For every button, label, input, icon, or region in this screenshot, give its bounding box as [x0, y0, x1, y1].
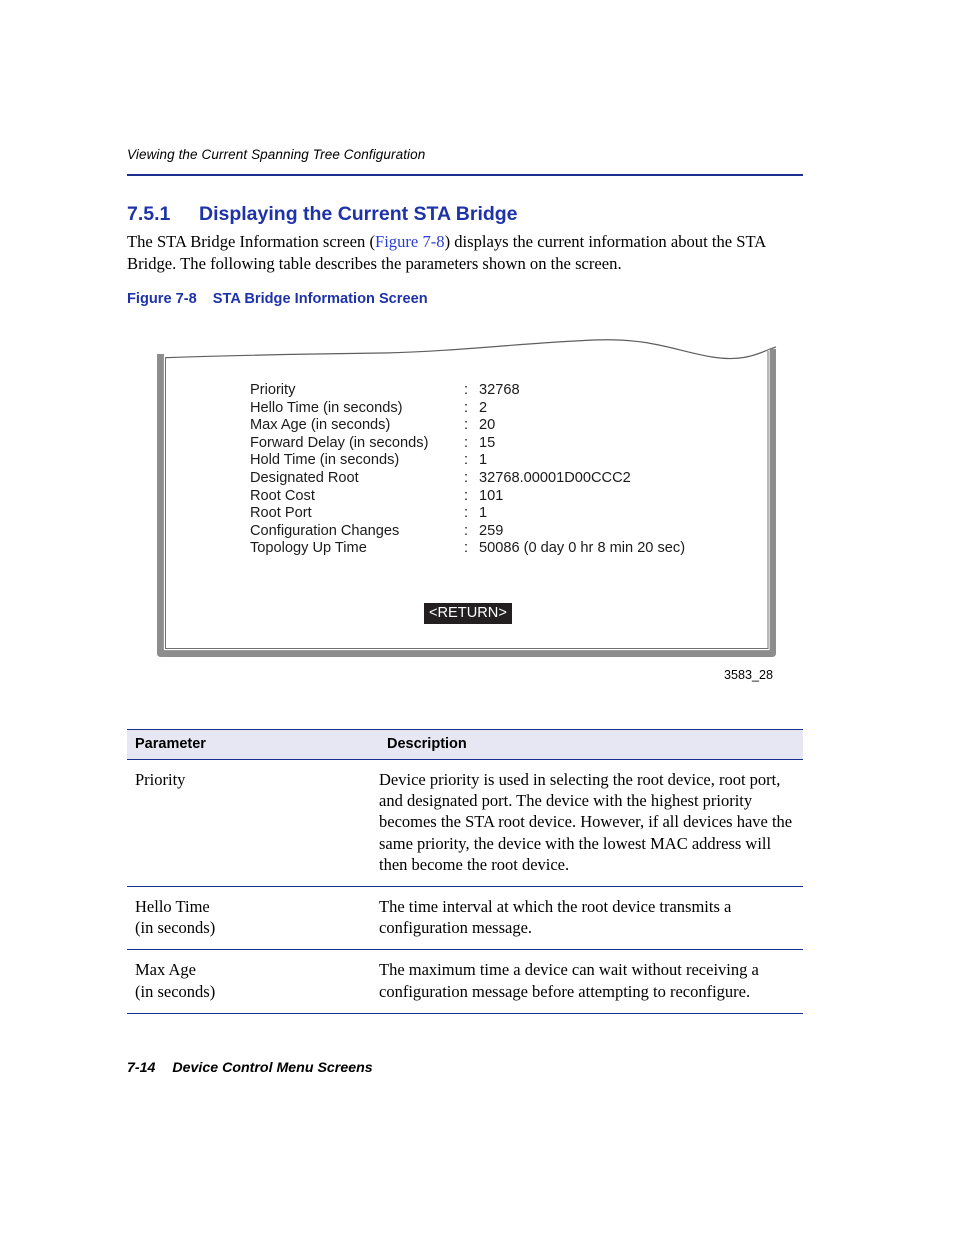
column-header-parameter: Parameter [127, 729, 379, 760]
list-item: Hold Time (in seconds):1 [250, 452, 685, 470]
field-value: 20 [479, 417, 496, 434]
section-title: Displaying the Current STA Bridge [199, 203, 518, 225]
field-label: Root Port [250, 505, 312, 522]
document-page: Viewing the Current Spanning Tree Config… [0, 0, 954, 1235]
field-label: Designated Root [250, 469, 359, 486]
parameter-name: Max Age [135, 960, 196, 980]
body-paragraph: The STA Bridge Information screen (Figur… [127, 231, 799, 274]
field-separator: : [464, 434, 469, 451]
section-number: 7.5.1 [127, 203, 171, 225]
field-label: Hello Time (in seconds) [250, 399, 403, 416]
field-value: 1 [479, 505, 488, 522]
list-item: Configuration Changes:259 [250, 523, 685, 541]
terminal-screen-figure: Priority:32768 Hello Time (in seconds):2… [152, 338, 782, 668]
field-value: 32768 [479, 382, 520, 398]
field-separator: : [464, 469, 469, 486]
paragraph-text-before: The STA Bridge Information screen ( [127, 232, 375, 251]
field-separator: : [464, 452, 469, 469]
field-separator: : [464, 505, 469, 522]
parameter-description-cell: The time interval at which the root devi… [379, 886, 803, 951]
field-label: Topology Up Time [250, 540, 367, 557]
parameter-name-cell: Max Age (in seconds) [127, 949, 379, 1014]
footer-title: Device Control Menu Screens [172, 1060, 373, 1076]
table-header-row: Parameter Description [127, 729, 803, 760]
figure-cross-reference-link[interactable]: Figure 7-8 [375, 232, 445, 251]
list-item: Forward Delay (in seconds):15 [250, 435, 685, 453]
figure-caption-title: STA Bridge Information Screen [212, 291, 428, 307]
list-item: Root Cost:101 [250, 488, 685, 506]
field-separator: : [464, 522, 469, 539]
page-footer: 7-14 Device Control Menu Screens [127, 1060, 373, 1076]
figure-id-label: 3583_28 [724, 668, 774, 682]
parameter-description-cell: Device priority is used in selecting the… [379, 759, 803, 888]
list-item: Topology Up Time:50086 (0 day 0 hr 8 min… [250, 540, 685, 558]
column-header-description: Description [379, 729, 803, 760]
table-row: Priority Device priority is used in sele… [127, 759, 803, 888]
field-label: Hold Time (in seconds) [250, 452, 400, 469]
field-separator: : [464, 382, 469, 398]
field-separator: : [464, 417, 469, 434]
page-number: 7-14 [127, 1060, 156, 1076]
field-value: 2 [479, 399, 488, 416]
screen-content: Priority:32768 Hello Time (in seconds):2… [152, 338, 782, 668]
field-value: 15 [479, 434, 496, 451]
field-separator: : [464, 540, 469, 557]
parameter-name-cell: Priority [127, 759, 379, 888]
field-value: 50086 (0 day 0 hr 8 min 20 sec) [479, 540, 686, 557]
figure-caption: Figure 7-8 STA Bridge Information Screen [127, 291, 428, 307]
parameter-name: Priority [135, 770, 186, 789]
field-value: 32768.00001D00CCC2 [479, 469, 631, 486]
parameter-name-subtext: (in seconds) [135, 981, 216, 1001]
running-head: Viewing the Current Spanning Tree Config… [127, 147, 426, 162]
list-item: Hello Time (in seconds):2 [250, 400, 685, 418]
field-value: 259 [479, 522, 504, 539]
field-value: 1 [479, 452, 488, 469]
list-item: Designated Root:32768.00001D00CCC2 [250, 470, 685, 488]
field-label: Forward Delay (in seconds) [250, 434, 429, 451]
parameter-name-subtext: (in seconds) [135, 918, 216, 938]
section-heading: 7.5.1 Displaying the Current STA Bridge [127, 203, 827, 226]
parameter-name: Hello Time [135, 897, 210, 917]
table-row: Hello Time (in seconds) The time interva… [127, 886, 803, 951]
list-item: Root Port:1 [250, 505, 685, 523]
parameter-description-table: Parameter Description Priority Device pr… [127, 729, 803, 1014]
field-value: 101 [479, 487, 504, 504]
return-button[interactable]: <RETURN> [424, 603, 512, 624]
sta-bridge-info-list: Priority:32768 Hello Time (in seconds):2… [250, 382, 685, 558]
field-separator: : [464, 487, 469, 504]
list-item: Max Age (in seconds):20 [250, 417, 685, 435]
figure-caption-number: Figure 7-8 [127, 291, 197, 307]
field-label: Priority [250, 382, 296, 398]
parameter-name-cell: Hello Time (in seconds) [127, 886, 379, 951]
field-label: Root Cost [250, 487, 315, 504]
table-row: Max Age (in seconds) The maximum time a … [127, 949, 803, 1014]
parameter-description-cell: The maximum time a device can wait witho… [379, 949, 803, 1014]
field-label: Configuration Changes [250, 522, 400, 539]
field-separator: : [464, 399, 469, 416]
header-rule [127, 174, 803, 176]
list-item: Priority:32768 [250, 382, 685, 400]
field-label: Max Age (in seconds) [250, 417, 391, 434]
